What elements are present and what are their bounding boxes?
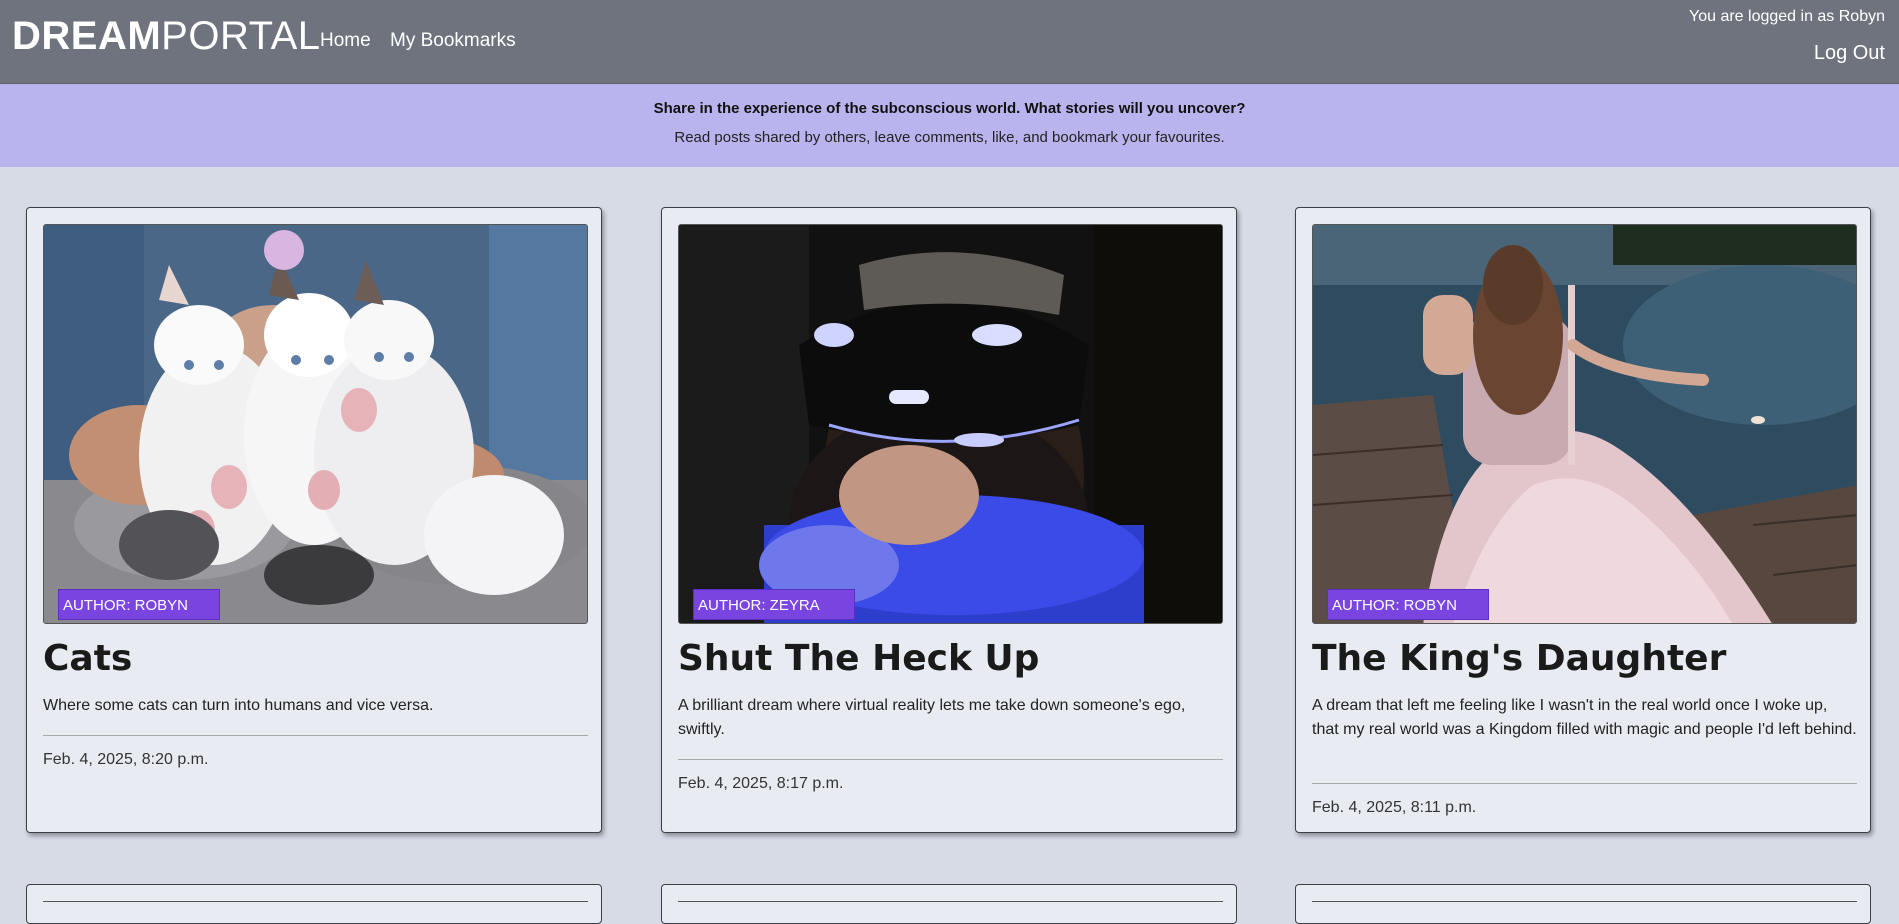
navbar: DREAMPORTAL Home My Bookmarks You are lo… [0, 0, 1899, 84]
post-date: Feb. 4, 2025, 8:11 p.m. [1312, 799, 1477, 816]
brand-logo[interactable]: DREAMPORTAL [12, 14, 321, 58]
post-card-partial[interactable] [26, 884, 602, 924]
kittens-photo [44, 225, 587, 623]
post-image-kittens[interactable]: AUTHOR: ROBYN [43, 224, 588, 624]
nav-link-my-bookmarks[interactable]: My Bookmarks [390, 30, 516, 52]
banner-subline: Read posts shared by others, leave comme… [674, 129, 1225, 146]
post-card-partial[interactable] [1295, 884, 1871, 924]
author-badge[interactable]: AUTHOR: ROBYN [58, 589, 220, 620]
post-card[interactable]: AUTHOR: ROBYN The King's Daughter A drea… [1295, 207, 1871, 833]
card-divider [678, 759, 1223, 760]
post-image-vr-headset[interactable]: AUTHOR: ZEYRA [678, 224, 1223, 624]
logged-in-status: You are logged in as Robyn [1689, 8, 1885, 25]
post-title[interactable]: The King's Daughter [1312, 638, 1726, 679]
post-card[interactable]: AUTHOR: ROBYN Cats Where some cats can t… [26, 207, 602, 833]
brand-logo-light: PORTAL [161, 14, 321, 58]
post-image-partial [1312, 901, 1857, 912]
banner-headline: Share in the experience of the subconsci… [653, 100, 1246, 117]
card-divider [1312, 783, 1857, 784]
logout-button[interactable]: Log Out [1814, 42, 1885, 65]
post-title[interactable]: Cats [43, 638, 132, 679]
post-date: Feb. 4, 2025, 8:20 p.m. [43, 751, 209, 768]
author-badge[interactable]: AUTHOR: ZEYRA [693, 589, 855, 620]
post-description: A dream that left me feeling like I wasn… [1312, 697, 1857, 738]
post-image-partial [43, 901, 588, 912]
post-image-princess-lake[interactable]: AUTHOR: ROBYN [1312, 224, 1857, 624]
post-card[interactable]: AUTHOR: ZEYRA Shut The Heck Up A brillia… [661, 207, 1237, 833]
intro-banner: Share in the experience of the subconsci… [0, 84, 1899, 167]
post-date: Feb. 4, 2025, 8:17 p.m. [678, 775, 844, 792]
card-divider [43, 735, 588, 736]
post-description: A brilliant dream where virtual reality … [678, 697, 1186, 738]
post-card-partial[interactable] [661, 884, 1237, 924]
brand-logo-bold: DREAM [12, 14, 162, 58]
post-description: Where some cats can turn into humans and… [43, 697, 434, 714]
princess-lake-photo [1313, 225, 1856, 623]
author-badge[interactable]: AUTHOR: ROBYN [1327, 589, 1489, 620]
vr-headset-photo [679, 225, 1222, 623]
post-image-partial [678, 901, 1223, 912]
post-title[interactable]: Shut The Heck Up [678, 638, 1039, 679]
nav-link-home[interactable]: Home [320, 30, 371, 52]
